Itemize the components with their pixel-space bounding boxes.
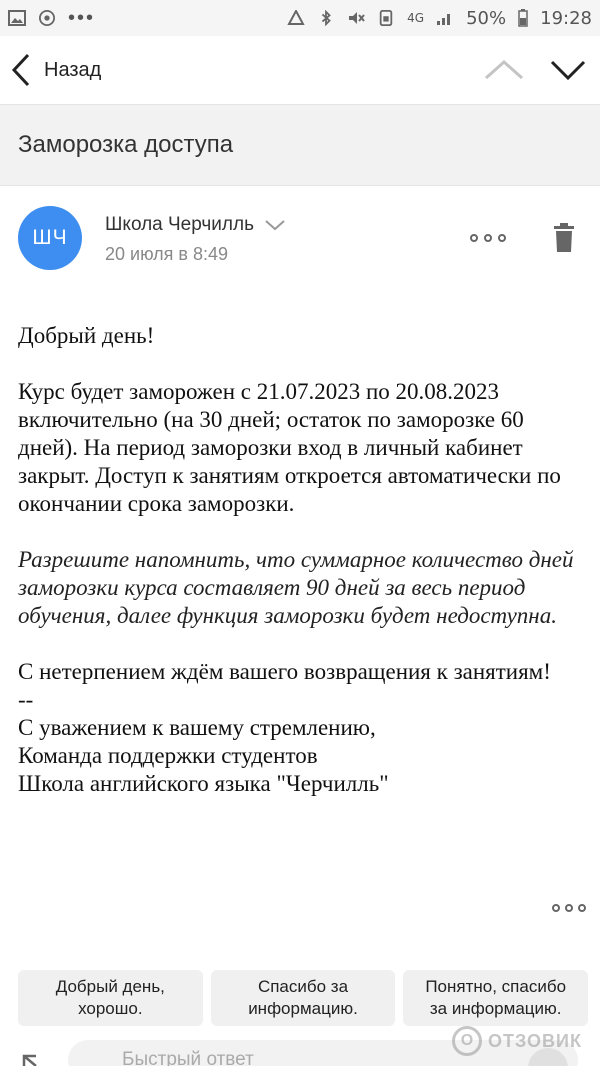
email-body: Добрый день! Курс будет заморожен с 21.0… [18, 322, 588, 798]
chrome-icon [39, 10, 55, 26]
watermark-text: ОТЗОВИК [488, 1030, 582, 1051]
status-bar: ••• 4G 50% 19:28 [0, 0, 600, 36]
body-paragraph-1: Курс будет заморожен с 21.07.2023 по 20.… [18, 379, 561, 516]
battery-icon [518, 9, 528, 27]
more-dot-icon [578, 904, 586, 912]
sim-icon [379, 10, 393, 26]
back-label: Назад [44, 58, 102, 81]
expand-icon[interactable] [22, 1054, 50, 1066]
signature-line-3: Школа английского языка "Черчилль" [18, 771, 389, 796]
quick-reply-text: хорошо. [78, 999, 143, 1018]
quick-reply-button[interactable]: Понятно, спасибо за информацию. [403, 970, 589, 1026]
quick-replies: Добрый день, хорошо. Спасибо за информацию… [18, 970, 589, 1026]
chevron-down-icon [265, 220, 285, 231]
notification-dots: ••• [68, 7, 96, 29]
quick-reply-text: Понятно, спасибо [425, 977, 567, 996]
watermark-logo-icon: О [452, 1026, 482, 1056]
more-dot-icon [484, 234, 492, 242]
chevron-left-icon [11, 53, 30, 87]
next-message-button[interactable] [548, 54, 588, 84]
watermark: О ОТЗОВИК [452, 1026, 582, 1056]
show-quoted-button[interactable] [552, 898, 586, 918]
email-date: 20 июля в 8:49 [105, 244, 229, 264]
quick-reply-button[interactable]: Спасибо за информацию. [210, 970, 396, 1026]
signature-line-1: С уважением к вашему стремлению, [18, 715, 376, 740]
more-dot-icon [470, 234, 478, 242]
trash-icon [554, 223, 574, 252]
quick-reply-text: за информацию. [429, 999, 562, 1018]
greeting: Добрый день! [18, 323, 155, 348]
body-paragraph-2: Разрешите напомнить, что суммарное колич… [18, 547, 574, 628]
more-options-button[interactable] [470, 226, 506, 250]
clock: 19:28 [540, 7, 592, 29]
quick-reply-text: информацию. [248, 999, 358, 1018]
more-dot-icon [565, 904, 573, 912]
more-dot-icon [498, 234, 506, 242]
delete-button[interactable] [550, 222, 578, 254]
back-button[interactable]: Назад [0, 36, 101, 104]
bluetooth-icon [322, 10, 332, 26]
quick-reply-text: Добрый день, [55, 977, 165, 996]
sender-name-row[interactable]: Школа Черчилль [105, 214, 286, 236]
email-subject: Заморозка доступа [18, 131, 234, 158]
signature-line-2: Команда поддержки студентов [18, 743, 318, 768]
more-dot-icon [552, 904, 560, 912]
recycle-icon [287, 10, 305, 25]
quick-reply-button[interactable]: Добрый день, хорошо. [18, 970, 203, 1026]
battery-percent: 50% [466, 7, 507, 29]
signature-separator: -- [18, 687, 34, 712]
toolbar: Назад [0, 36, 600, 104]
gallery-icon [8, 10, 26, 26]
quick-reply-text: Спасибо за [257, 977, 349, 996]
body-paragraph-3: С нетерпением ждём вашего возвращения к … [18, 659, 551, 684]
mute-icon [349, 12, 365, 24]
previous-message-button[interactable] [484, 54, 524, 84]
sender-name: Школа Черчилль [105, 214, 254, 235]
sender-avatar[interactable]: ШЧ [18, 206, 82, 270]
subject-bar: Заморозка доступа [0, 104, 600, 186]
signal-icon [437, 14, 451, 25]
network-label: 4G [407, 11, 425, 25]
